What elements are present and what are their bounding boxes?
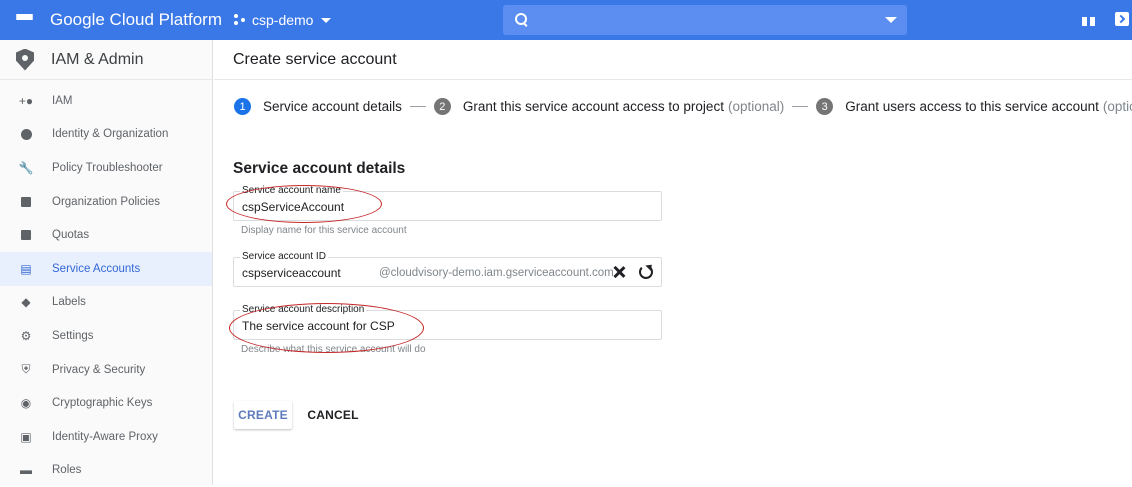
search-input[interactable] [537, 12, 877, 28]
gear-icon: ⚙ [20, 328, 32, 343]
quota-icon [19, 228, 33, 242]
step-1-label[interactable]: Service account details [263, 99, 402, 114]
sidebar-item-label: Service Accounts [52, 262, 141, 275]
name-field-label: Service account name [240, 185, 343, 196]
sidebar-item-label: Quotas [52, 229, 90, 242]
step-divider [409, 106, 426, 107]
sidebar-item-label: Labels [52, 296, 86, 309]
hamburger-icon [15, 13, 33, 27]
sidebar-item-label: Privacy & Security [52, 363, 146, 376]
project-name: csp-demo [252, 12, 314, 28]
description-field-hint: Describe what this service account will … [241, 344, 426, 355]
shield-icon: ⛨ [21, 362, 31, 377]
step-divider [792, 106, 809, 107]
description-field-label: Service account description [240, 304, 367, 315]
iam-shield-icon [16, 48, 34, 71]
sidebar-item-service-accounts[interactable]: ▤ Service Accounts [0, 251, 212, 286]
sidebar: IAM & Admin +● IAM Identity & Organizati… [0, 40, 213, 485]
sidebar-item-roles[interactable]: ▬ Roles [0, 454, 212, 487]
project-dots-icon [234, 14, 246, 26]
section-title: Service account details [233, 160, 406, 177]
sidebar-item-labels[interactable]: ◆ Labels [0, 286, 212, 320]
service-account-description-field[interactable]: Service account description [233, 304, 662, 340]
step-2-optional: (optional) [727, 99, 785, 114]
search-bar[interactable] [503, 5, 907, 35]
wrench-icon: 🔧 [18, 160, 34, 175]
service-account-description-input[interactable] [242, 319, 572, 333]
create-button[interactable]: CREATE [234, 401, 292, 429]
cloud-shell-icon[interactable] [1115, 12, 1129, 26]
service-account-name-input[interactable] [242, 200, 572, 214]
service-account-id-input[interactable] [242, 266, 372, 280]
key-shield-icon: ◉ [20, 396, 32, 411]
roles-icon: ▬ [20, 463, 32, 478]
step-2-number: 2 [433, 98, 451, 115]
sidebar-item-policy-troubleshooter[interactable]: 🔧 Policy Troubleshooter [0, 151, 212, 185]
top-bar: Google Cloud Platform csp-demo [0, 0, 1132, 40]
id-domain-suffix: @cloudvisory-demo.iam.gserviceaccount.co… [379, 267, 614, 279]
service-account-icon: ▤ [20, 261, 32, 276]
step-3-number: 3 [816, 98, 834, 115]
cancel-button[interactable]: CANCEL [307, 401, 358, 429]
name-field-hint: Display name for this service account [241, 225, 407, 236]
sidebar-item-organization-policies[interactable]: Organization Policies [0, 185, 212, 219]
sidebar-header: IAM & Admin [0, 40, 212, 80]
sidebar-item-label: IAM [52, 94, 73, 107]
sidebar-items: +● IAM Identity & Organization 🔧 Policy … [0, 80, 212, 487]
sidebar-item-identity-organization[interactable]: Identity & Organization [0, 118, 212, 152]
stepper: 1 Service account details 2 Grant this s… [234, 98, 1132, 115]
service-account-id-field[interactable]: Service account ID @cloudvisory-demo.iam… [233, 251, 662, 287]
search-icon [515, 13, 529, 27]
step-3-label[interactable]: Grant users access to this service accou… [845, 99, 1099, 114]
service-account-name-field[interactable]: Service account name [233, 185, 662, 221]
sidebar-item-settings[interactable]: ⚙ Settings [0, 319, 212, 353]
sidebar-item-iam[interactable]: +● IAM [0, 84, 212, 118]
step-3-optional: (optional) [1102, 99, 1132, 114]
sidebar-item-privacy-security[interactable]: ⛨ Privacy & Security [0, 353, 212, 387]
clear-icon[interactable] [612, 265, 626, 279]
sidebar-item-label: Identity-Aware Proxy [52, 430, 158, 443]
project-selector[interactable]: csp-demo [234, 5, 332, 35]
step-2-label[interactable]: Grant this service account access to pro… [463, 99, 724, 114]
gift-icon[interactable] [1082, 13, 1095, 26]
menu-button[interactable] [0, 0, 48, 40]
list-icon [19, 195, 33, 209]
refresh-icon[interactable] [639, 265, 653, 279]
sidebar-item-label: Cryptographic Keys [52, 397, 153, 410]
person-add-icon: +● [18, 93, 34, 108]
sidebar-item-quotas[interactable]: Quotas [0, 218, 212, 252]
sidebar-item-label: Identity & Organization [52, 128, 169, 141]
sidebar-item-label: Settings [52, 329, 94, 342]
step-1-number: 1 [234, 98, 251, 115]
sidebar-item-cryptographic-keys[interactable]: ◉ Cryptographic Keys [0, 386, 212, 420]
proxy-icon: ▣ [20, 429, 32, 444]
sidebar-item-label: Organization Policies [52, 195, 161, 208]
search-dropdown-icon[interactable] [885, 17, 897, 23]
page-title: Create service account [214, 40, 1132, 80]
id-field-label: Service account ID [240, 251, 328, 262]
label-icon: ◆ [21, 295, 31, 310]
sidebar-item-label: Roles [52, 464, 82, 477]
caret-down-icon [321, 17, 332, 23]
sidebar-item-identity-aware-proxy[interactable]: ▣ Identity-Aware Proxy [0, 420, 212, 454]
sidebar-title: IAM & Admin [51, 50, 144, 68]
brand-title[interactable]: Google Cloud Platform [50, 10, 222, 30]
main-content: Create service account 1 Service account… [214, 40, 1132, 485]
account-circle-icon [19, 127, 33, 141]
sidebar-item-label: Policy Troubleshooter [52, 161, 163, 174]
